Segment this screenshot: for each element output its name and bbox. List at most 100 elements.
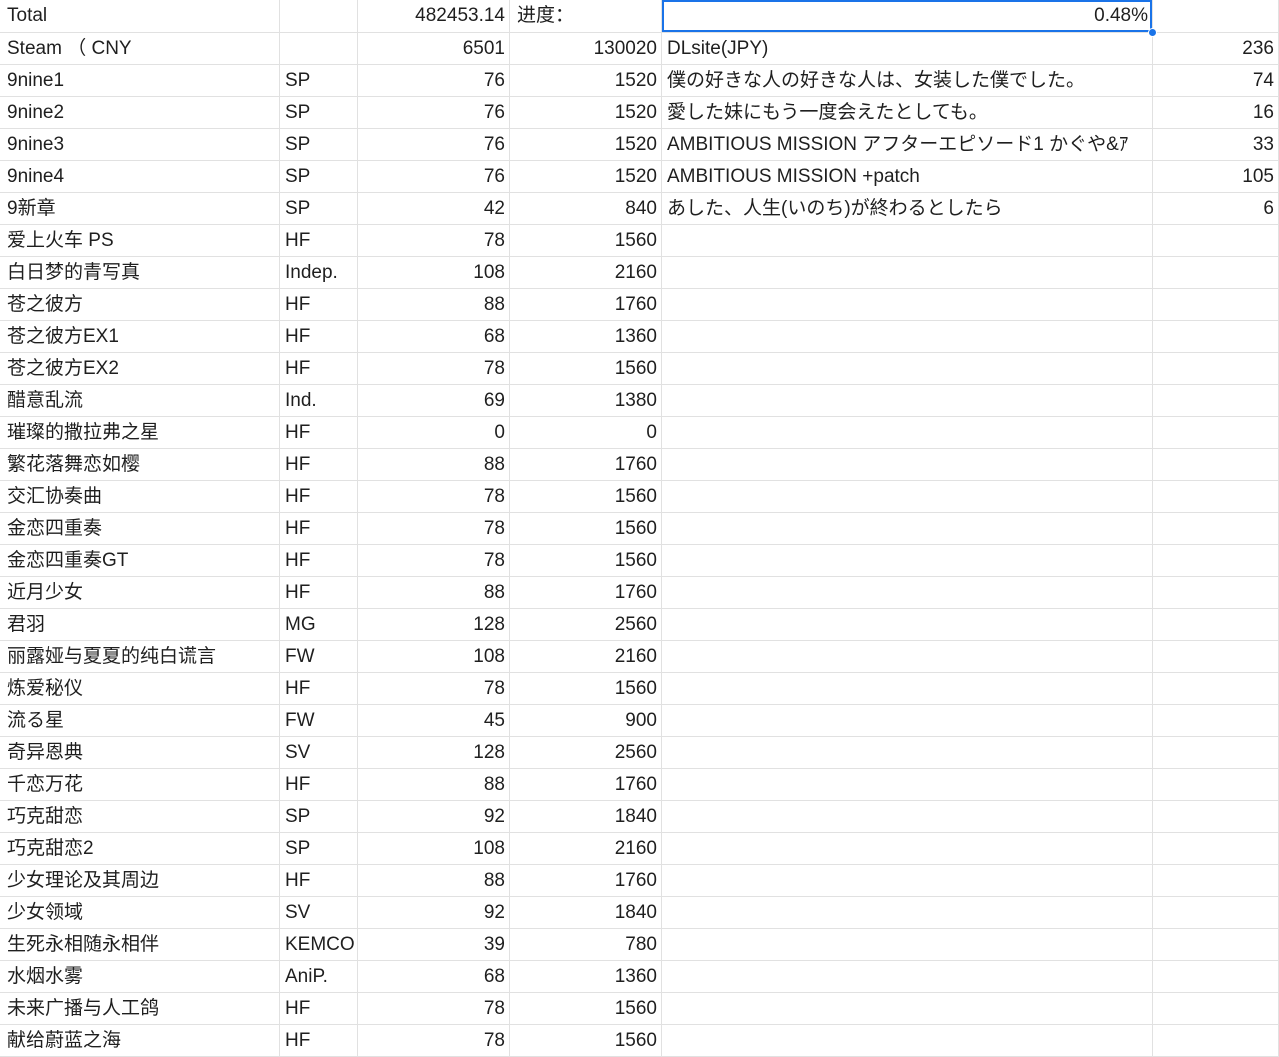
- dlsite-title-cell[interactable]: [662, 577, 1153, 609]
- price-cell[interactable]: 76: [358, 129, 510, 161]
- dlsite-price-cell[interactable]: 74: [1153, 65, 1279, 97]
- price-cell[interactable]: 92: [358, 801, 510, 833]
- progress-blank-cell[interactable]: [1153, 0, 1279, 33]
- type-cell[interactable]: KEMCO: [280, 929, 358, 961]
- type-cell[interactable]: HF: [280, 417, 358, 449]
- dlsite-title-cell[interactable]: AMBITIOUS MISSION アフターエピソード1 かぐや&ｱ: [662, 129, 1153, 161]
- dlsite-price-cell[interactable]: [1153, 353, 1279, 385]
- price-cell[interactable]: 78: [358, 513, 510, 545]
- dlsite-title-cell[interactable]: [662, 897, 1153, 929]
- name-cell[interactable]: 爱上火车 PS: [0, 225, 280, 257]
- type-cell[interactable]: Ind.: [280, 385, 358, 417]
- total-label-cell[interactable]: Total: [0, 0, 280, 33]
- dlsite-title-cell[interactable]: [662, 769, 1153, 801]
- price-cell[interactable]: 78: [358, 1025, 510, 1057]
- points-cell[interactable]: 1520: [510, 161, 662, 193]
- dlsite-price-cell[interactable]: [1153, 801, 1279, 833]
- type-cell[interactable]: HF: [280, 993, 358, 1025]
- dlsite-price-cell[interactable]: [1153, 833, 1279, 865]
- dlsite-title-cell[interactable]: [662, 993, 1153, 1025]
- name-cell[interactable]: 9新章: [0, 193, 280, 225]
- name-cell[interactable]: 未来广播与人工鸽: [0, 993, 280, 1025]
- type-cell[interactable]: AniP.: [280, 961, 358, 993]
- points-cell[interactable]: 1560: [510, 225, 662, 257]
- points-cell[interactable]: 2560: [510, 737, 662, 769]
- price-cell[interactable]: 76: [358, 65, 510, 97]
- name-cell[interactable]: 9nine4: [0, 161, 280, 193]
- name-cell[interactable]: 奇异恩典: [0, 737, 280, 769]
- total-blank-cell[interactable]: [280, 0, 358, 33]
- dlsite-title-cell[interactable]: [662, 321, 1153, 353]
- points-cell[interactable]: 900: [510, 705, 662, 737]
- name-cell[interactable]: 丽露娅与夏夏的纯白谎言: [0, 641, 280, 673]
- name-cell[interactable]: 炼爱秘仪: [0, 673, 280, 705]
- progress-label-cell[interactable]: 进度：: [510, 0, 662, 33]
- price-cell[interactable]: 88: [358, 769, 510, 801]
- name-cell[interactable]: 少女理论及其周边: [0, 865, 280, 897]
- type-cell[interactable]: HF: [280, 481, 358, 513]
- name-cell[interactable]: 君羽: [0, 609, 280, 641]
- progress-value-cell[interactable]: 0.48%: [662, 0, 1157, 37]
- fill-handle[interactable]: [1148, 28, 1157, 37]
- type-cell[interactable]: [280, 33, 358, 65]
- dlsite-price-cell[interactable]: [1153, 673, 1279, 705]
- price-cell[interactable]: 78: [358, 993, 510, 1025]
- dlsite-price-cell[interactable]: [1153, 1025, 1279, 1057]
- dlsite-price-cell[interactable]: 236: [1153, 33, 1279, 65]
- points-cell[interactable]: 1520: [510, 129, 662, 161]
- points-cell[interactable]: 2160: [510, 641, 662, 673]
- dlsite-title-cell[interactable]: [662, 225, 1153, 257]
- type-cell[interactable]: HF: [280, 673, 358, 705]
- dlsite-price-cell[interactable]: [1153, 449, 1279, 481]
- points-cell[interactable]: 130020: [510, 33, 662, 65]
- type-cell[interactable]: SV: [280, 897, 358, 929]
- name-cell[interactable]: 水烟水雾: [0, 961, 280, 993]
- type-cell[interactable]: HF: [280, 865, 358, 897]
- dlsite-price-cell[interactable]: [1153, 609, 1279, 641]
- points-cell[interactable]: 2160: [510, 257, 662, 289]
- name-cell[interactable]: 少女领域: [0, 897, 280, 929]
- type-cell[interactable]: HF: [280, 353, 358, 385]
- dlsite-price-cell[interactable]: 105: [1153, 161, 1279, 193]
- dlsite-title-cell[interactable]: [662, 417, 1153, 449]
- price-cell[interactable]: 128: [358, 609, 510, 641]
- dlsite-title-cell[interactable]: [662, 289, 1153, 321]
- dlsite-title-cell[interactable]: [662, 449, 1153, 481]
- price-cell[interactable]: 108: [358, 833, 510, 865]
- type-cell[interactable]: HF: [280, 289, 358, 321]
- points-cell[interactable]: 0: [510, 417, 662, 449]
- dlsite-title-cell[interactable]: [662, 801, 1153, 833]
- name-cell[interactable]: 巧克甜恋2: [0, 833, 280, 865]
- type-cell[interactable]: FW: [280, 705, 358, 737]
- points-cell[interactable]: 1560: [510, 673, 662, 705]
- points-cell[interactable]: 2560: [510, 609, 662, 641]
- price-cell[interactable]: 6501: [358, 33, 510, 65]
- dlsite-price-cell[interactable]: [1153, 385, 1279, 417]
- dlsite-price-cell[interactable]: [1153, 289, 1279, 321]
- dlsite-title-cell[interactable]: [662, 737, 1153, 769]
- price-cell[interactable]: 108: [358, 257, 510, 289]
- points-cell[interactable]: 1360: [510, 321, 662, 353]
- dlsite-title-cell[interactable]: [662, 641, 1153, 673]
- type-cell[interactable]: HF: [280, 513, 358, 545]
- dlsite-title-cell[interactable]: [662, 513, 1153, 545]
- price-cell[interactable]: 0: [358, 417, 510, 449]
- dlsite-title-cell[interactable]: [662, 673, 1153, 705]
- name-cell[interactable]: 流る星: [0, 705, 280, 737]
- price-cell[interactable]: 76: [358, 97, 510, 129]
- type-cell[interactable]: Indep.: [280, 257, 358, 289]
- dlsite-price-cell[interactable]: [1153, 417, 1279, 449]
- dlsite-title-cell[interactable]: [662, 481, 1153, 513]
- name-cell[interactable]: 9nine1: [0, 65, 280, 97]
- price-cell[interactable]: 68: [358, 961, 510, 993]
- type-cell[interactable]: FW: [280, 641, 358, 673]
- price-cell[interactable]: 108: [358, 641, 510, 673]
- dlsite-price-cell[interactable]: [1153, 737, 1279, 769]
- name-cell[interactable]: 白日梦的青写真: [0, 257, 280, 289]
- price-cell[interactable]: 128: [358, 737, 510, 769]
- price-cell[interactable]: 78: [358, 353, 510, 385]
- points-cell[interactable]: 1840: [510, 897, 662, 929]
- points-cell[interactable]: 1380: [510, 385, 662, 417]
- dlsite-price-cell[interactable]: [1153, 513, 1279, 545]
- price-cell[interactable]: 68: [358, 321, 510, 353]
